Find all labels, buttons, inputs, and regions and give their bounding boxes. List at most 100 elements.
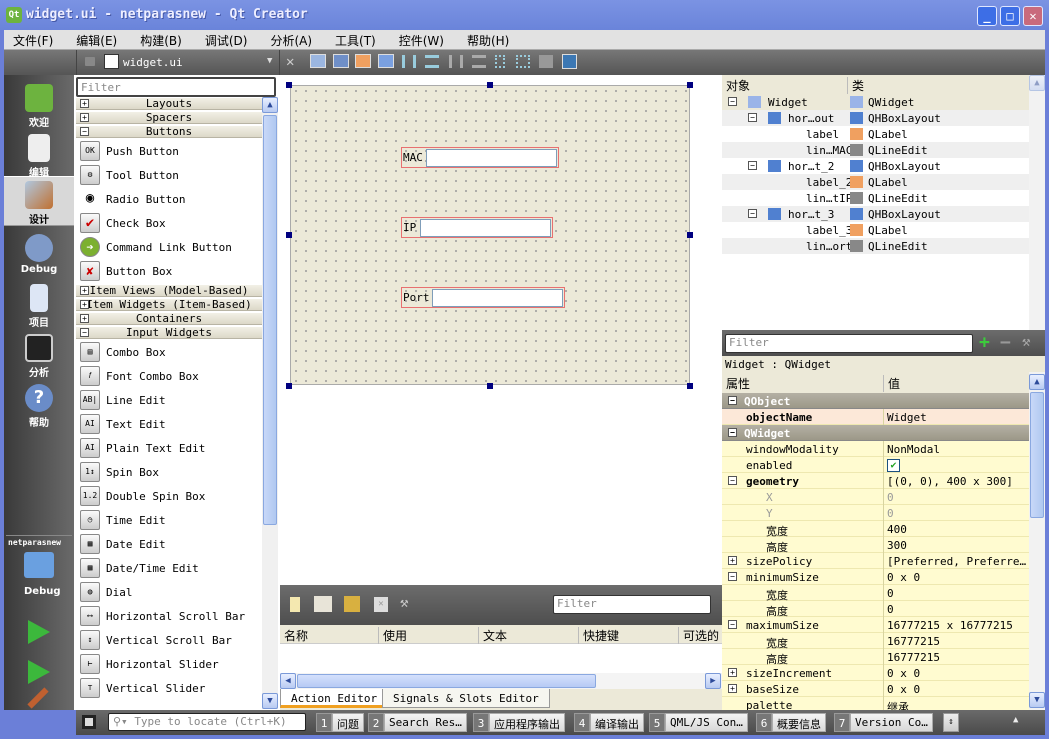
widget-check-box[interactable]: ✔ Check Box <box>78 211 260 235</box>
delete-action-icon[interactable]: ✕ <box>374 597 388 612</box>
column-property[interactable]: 属性 <box>726 375 750 392</box>
property-value[interactable]: 16777215 x 16777215 <box>887 619 1013 632</box>
collapse-icon[interactable]: − <box>748 161 757 170</box>
object-tree-row[interactable]: label QLabel <box>722 126 1029 142</box>
mode-projects[interactable]: 项目 <box>4 280 74 330</box>
column-checkable[interactable]: 可选的 <box>678 627 719 644</box>
resize-handle[interactable] <box>687 232 693 238</box>
object-tree-row[interactable]: − hor…t_2 QHBoxLayout <box>722 158 1029 174</box>
property-group-row[interactable]: − QWidget <box>722 425 1029 441</box>
output-pane-button[interactable]: 7 Version Co… <box>834 713 933 732</box>
widget-dial[interactable]: ◍ Dial <box>78 580 260 604</box>
property-value[interactable]: 16777215 <box>887 651 940 664</box>
property-value[interactable]: 0 <box>887 491 894 504</box>
widget-filter-input[interactable]: Filter <box>76 77 276 97</box>
widget-push-button[interactable]: OK Push Button <box>78 139 260 163</box>
category-item-widgets[interactable]: + Item Widgets (Item-Based) <box>76 298 262 311</box>
resize-handle[interactable] <box>687 383 693 389</box>
resize-handle[interactable] <box>687 82 693 88</box>
property-value[interactable]: [(0, 0), 400 x 300] <box>887 475 1013 488</box>
toggle-sidebar-icon[interactable] <box>82 715 96 729</box>
resize-handle[interactable] <box>286 383 292 389</box>
object-tree-row[interactable]: label_2 QLabel <box>722 174 1029 190</box>
property-row[interactable]: − maximumSize 16777215 x 16777215 <box>722 617 1029 633</box>
mode-debug[interactable]: Debug <box>4 230 74 280</box>
property-row[interactable]: Y0 <box>722 505 1029 521</box>
action-table-hscrollbar[interactable]: ◀ ▶ <box>280 673 722 689</box>
widget-radio-button[interactable]: ◉ Radio Button <box>78 187 260 211</box>
mode-edit[interactable]: 编辑 <box>4 130 74 180</box>
widget-plain-text-edit[interactable]: AI Plain Text Edit <box>78 436 260 460</box>
property-value[interactable]: 0 x 0 <box>887 683 920 696</box>
property-value[interactable]: 0 <box>887 507 894 520</box>
property-row[interactable]: + baseSize 0 x 0 <box>722 681 1029 697</box>
menu-build[interactable]: 构建(B) <box>131 30 190 49</box>
property-row[interactable]: + sizePolicy [Preferred, Preferre… <box>722 553 1029 569</box>
scroll-up-icon[interactable]: ▲ <box>1029 75 1045 91</box>
resize-handle[interactable] <box>286 232 292 238</box>
widget-line-edit[interactable]: AB| Line Edit <box>78 388 260 412</box>
locator-input[interactable]: ⚲▾ Type to locate (Ctrl+K) <box>108 713 306 731</box>
property-value[interactable]: 16777215 <box>887 635 940 648</box>
property-value[interactable]: 0 <box>887 603 894 616</box>
object-inspector-scrollbar[interactable]: ▲ <box>1029 75 1045 330</box>
edit-signals-slots-icon[interactable] <box>333 54 349 68</box>
collapse-icon[interactable]: − <box>728 428 737 437</box>
column-object[interactable]: 对象 <box>726 77 750 94</box>
column-class[interactable]: 类 <box>847 77 864 94</box>
run-icon[interactable] <box>28 620 50 644</box>
resize-handle[interactable] <box>286 82 292 88</box>
output-pane-button[interactable]: 5 QML/JS Con… <box>649 713 748 732</box>
property-row[interactable]: 宽度 16777215 <box>722 633 1029 650</box>
property-value[interactable]: Widget <box>887 411 927 424</box>
layout-vertical-icon[interactable] <box>425 55 439 68</box>
column-text[interactable]: 文本 <box>478 627 507 644</box>
menu-debug[interactable]: 调试(D) <box>196 30 256 49</box>
category-containers[interactable]: + Containers <box>76 312 262 325</box>
layout-grid-icon[interactable] <box>516 55 530 68</box>
column-used[interactable]: 使用 <box>378 627 407 644</box>
pane-scroll-icon[interactable]: ⇕ <box>943 713 959 732</box>
widget-tool-button[interactable]: ⚙ Tool Button <box>78 163 260 187</box>
layout-horizontal-splitter-icon[interactable] <box>449 55 463 68</box>
widget-date-edit[interactable]: ▦ Date Edit <box>78 532 260 556</box>
new-action-icon[interactable] <box>290 597 300 612</box>
property-row[interactable]: 高度 300 <box>722 537 1029 554</box>
output-pane-button[interactable]: 3 应用程序输出 <box>473 713 565 732</box>
edit-tab-order-icon[interactable] <box>378 54 394 68</box>
action-filter-input[interactable]: Filter <box>553 595 711 614</box>
property-filter-input[interactable]: Filter <box>725 334 973 353</box>
property-row[interactable]: 高度 16777215 <box>722 649 1029 666</box>
property-value[interactable]: NonModal <box>887 443 940 456</box>
ip-line-edit[interactable] <box>420 219 551 237</box>
property-row[interactable]: windowModality NonModal <box>722 441 1029 457</box>
property-value[interactable]: 0 <box>887 587 894 600</box>
output-pane-button[interactable]: 1 问题 <box>316 713 364 732</box>
collapse-icon[interactable]: − <box>728 396 737 405</box>
break-layout-icon[interactable] <box>539 55 553 68</box>
scroll-up-icon[interactable]: ▲ <box>1029 374 1045 390</box>
target-selector-computer-icon[interactable] <box>24 552 54 578</box>
collapse-icon[interactable]: − <box>748 113 757 122</box>
debug-run-icon[interactable] <box>28 660 50 684</box>
ip-row[interactable]: IP <box>401 217 553 238</box>
widget-box-scrollbar[interactable]: ▲ ▼ <box>262 97 278 709</box>
collapse-icon[interactable]: − <box>728 620 737 629</box>
mac-line-edit[interactable] <box>426 149 557 167</box>
lock-open-icon[interactable] <box>85 57 95 66</box>
port-row[interactable]: Port <box>401 287 565 308</box>
widget-text-edit[interactable]: AI Text Edit <box>78 412 260 436</box>
adjust-size-icon[interactable] <box>562 54 577 69</box>
property-row[interactable]: − geometry [(0, 0), 400 x 300] <box>722 473 1029 489</box>
collapse-icon[interactable]: − <box>728 476 737 485</box>
output-pane-button[interactable]: 2 Search Res… <box>368 713 467 732</box>
property-value[interactable]: 0 x 0 <box>887 667 920 680</box>
enabled-checkbox[interactable]: ✔ <box>887 459 900 472</box>
mac-label[interactable]: MAC <box>403 151 423 164</box>
property-row[interactable]: X0 <box>722 489 1029 505</box>
menu-edit[interactable]: 编辑(E) <box>67 30 125 49</box>
scrollbar-thumb[interactable] <box>297 674 596 688</box>
widget-font-combo-box[interactable]: 𝑓 Font Combo Box <box>78 364 260 388</box>
output-pane-button[interactable]: 4 编译输出 <box>574 713 644 732</box>
layout-form-icon[interactable] <box>495 55 505 68</box>
